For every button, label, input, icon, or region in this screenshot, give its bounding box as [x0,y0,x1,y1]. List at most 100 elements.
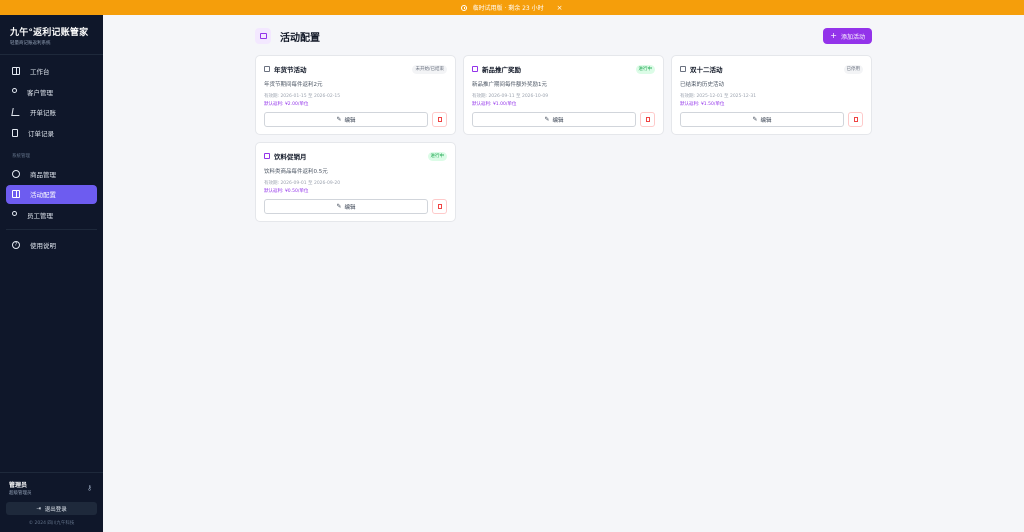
users-icon [12,211,17,216]
sidebar-item-label: 开单记账 [30,109,56,117]
delete-button[interactable] [432,112,447,127]
trial-banner: 临时试用版 · 剩余 23 小时 × [0,0,1024,15]
edit-button[interactable]: ✎ 编辑 [264,112,428,127]
sidebar-item-help[interactable]: ? 使用说明 [6,235,97,254]
sidebar-item-label: 使用说明 [30,241,56,250]
calendar-icon [264,153,270,159]
pencil-icon: ✎ [336,115,342,123]
activity-card: 饮料促销月 进行中 饮料类商品每件返利0.5元 有效期: 2026-09-01 … [255,142,456,222]
activity-rebate: 默认返利: ¥1.00/单位 [472,102,517,107]
sidebar-footer: 管理员 超级管理员 ⚷ ⇥ 退出登录 © 2024 四川九午科技 [0,472,103,532]
sidebar-item-products[interactable]: 商品管理 [6,164,97,183]
brand-subtitle: 轻量商记账返利系统 [10,41,51,46]
edit-label: 编辑 [344,204,356,211]
sidebar-item-activities[interactable]: 活动配置 [6,184,97,204]
pencil-icon: ✎ [544,115,550,123]
activity-description: 新品推广期间每件额外奖励1元 [472,82,548,88]
status-badge: 进行中 [427,151,447,161]
logout-button[interactable]: ⇥ 退出登录 [6,502,97,515]
plus-icon: + [830,31,837,40]
gift-icon [255,28,271,44]
sidebar-divider [6,229,97,230]
status-badge: 已停用 [843,64,863,74]
delete-button[interactable] [640,112,655,127]
status-badge: 进行中 [635,64,655,74]
box-icon [12,169,20,178]
activity-title: 双十二活动 [690,66,723,74]
activity-period: 有效期: 2026-01-15 至 2026-02-15 [264,94,341,99]
clock-icon [461,4,468,11]
activity-title: 饮料促销月 [274,153,307,161]
sidebar-item-customers[interactable]: 客户管理 [6,82,97,101]
sidebar-item-staff[interactable]: 员工管理 [6,205,97,224]
edit-label: 编辑 [344,117,356,124]
calendar-icon [264,66,270,72]
edit-label: 编辑 [552,117,564,124]
sidebar-item-orders[interactable]: 订单记录 [6,123,97,142]
status-badge: 未开始/已结束 [412,64,447,74]
sidebar-nav: 工作台 客户管理 开单记账 订单记录 系统管理 商品管理 活动配置 员工管理 ?… [0,55,103,254]
brand-title: 九午°返利记账管家 [10,28,89,38]
activity-card-grid: 年货节活动 未开始/已结束 年货节期间每件返利2元 有效期: 2026-01-1… [255,55,872,222]
trash-icon [437,204,442,209]
user-icon [12,88,17,93]
delete-button[interactable] [848,112,863,127]
activity-period: 有效期: 2025-12-01 至 2025-12-31 [680,94,757,99]
trial-banner-text: 临时试用版 · 剩余 23 小时 [472,5,544,12]
add-activity-label: 添加活动 [840,33,865,41]
user-info: 管理员 超级管理员 ⚷ [6,480,97,496]
sidebar-item-label: 活动配置 [30,191,56,199]
dashboard-icon [12,67,20,75]
edit-button[interactable]: ✎ 编辑 [264,199,428,214]
edit-label: 编辑 [760,117,772,124]
sidebar-item-dashboard[interactable]: 工作台 [6,62,97,81]
user-role: 超级管理员 [9,491,32,496]
copyright: © 2024 四川九午科技 [28,521,75,526]
activity-card: 新品推广奖励 进行中 新品推广期间每件额外奖励1元 有效期: 2026-09-1… [463,55,664,135]
sidebar-item-label: 员工管理 [27,211,53,220]
activity-title: 新品推广奖励 [482,66,521,74]
logout-icon: ⇥ [36,505,41,512]
sidebar-item-label: 订单记录 [28,129,54,138]
activity-period: 有效期: 2026-09-01 至 2026-09-20 [264,181,341,186]
main-content: 活动配置 + 添加活动 年货节活动 未开始/已结束 年货节期间每件返利2元 有效… [103,15,1024,532]
activity-rebate: 默认返利: ¥0.50/单位 [264,189,309,194]
document-icon [12,128,18,137]
activity-period: 有效期: 2026-09-11 至 2026-10-09 [472,94,549,99]
logout-label: 退出登录 [44,506,67,513]
edit-button[interactable]: ✎ 编辑 [680,112,844,127]
sidebar: 九午°返利记账管家 轻量商记账返利系统 工作台 客户管理 开单记账 订单记录 系… [0,15,103,532]
activity-card: 年货节活动 未开始/已结束 年货节期间每件返利2元 有效期: 2026-01-1… [255,55,456,135]
activity-description: 已结束的历史活动 [680,82,725,88]
trash-icon [853,117,858,122]
page-title: 活动配置 [280,32,320,44]
gift-icon [12,190,20,198]
trash-icon [437,117,442,122]
page-header: 活动配置 + 添加活动 [255,28,872,44]
help-icon: ? [12,240,20,249]
cart-icon [11,108,21,116]
sidebar-item-label: 客户管理 [27,88,53,97]
brand: 九午°返利记账管家 轻量商记账返利系统 [0,15,103,55]
trash-icon [645,117,650,122]
activity-description: 饮料类商品每件返利0.5元 [264,169,328,175]
delete-button[interactable] [432,199,447,214]
user-name: 管理员 [9,482,28,489]
activity-rebate: 默认返利: ¥2.00/单位 [264,102,309,107]
pencil-icon: ✎ [752,115,758,123]
activity-rebate: 默认返利: ¥1.50/单位 [680,102,725,107]
pencil-icon: ✎ [336,202,342,210]
sidebar-item-label: 工作台 [30,68,50,76]
sidebar-item-label: 商品管理 [30,170,56,179]
activity-title: 年货节活动 [274,66,307,74]
close-banner-button[interactable]: × [557,4,563,12]
edit-button[interactable]: ✎ 编辑 [472,112,636,127]
activity-card: 双十二活动 已停用 已结束的历史活动 有效期: 2025-12-01 至 202… [671,55,872,135]
calendar-icon [472,66,478,72]
sidebar-item-billing[interactable]: 开单记账 [6,103,97,122]
add-activity-button[interactable]: + 添加活动 [823,28,872,44]
activity-description: 年货节期间每件返利2元 [264,82,323,88]
key-icon[interactable]: ⚷ [87,484,94,492]
calendar-icon [680,66,686,72]
sidebar-section-label: 系统管理 [12,153,30,159]
